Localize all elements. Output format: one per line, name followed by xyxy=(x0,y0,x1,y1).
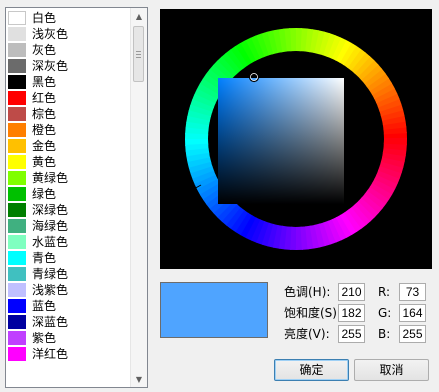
color-list-item[interactable]: 黄绿色 xyxy=(6,170,132,186)
color-list-item[interactable]: 青色 xyxy=(6,250,132,266)
color-label: 白色 xyxy=(32,11,57,25)
red-label: R: xyxy=(378,285,391,299)
color-list-item[interactable]: 红色 xyxy=(6,90,132,106)
saturation-field[interactable] xyxy=(338,304,365,322)
color-list-item[interactable]: 浅紫色 xyxy=(6,282,132,298)
hue-wheel[interactable] xyxy=(160,9,432,269)
color-label: 橙色 xyxy=(32,123,57,137)
color-list-item[interactable]: 黑色 xyxy=(6,74,132,90)
color-swatch xyxy=(8,235,26,249)
color-list-items: 白色浅灰色灰色深灰色黑色红色棕色橙色金色黄色黄绿色绿色深绿色海绿色水蓝色青色青绿… xyxy=(6,10,132,362)
color-swatch xyxy=(8,315,26,329)
color-swatch xyxy=(8,251,26,265)
color-label: 深蓝色 xyxy=(32,315,69,329)
color-swatch xyxy=(8,347,26,361)
color-list-item[interactable]: 橙色 xyxy=(6,122,132,138)
color-list-item[interactable]: 金色 xyxy=(6,138,132,154)
color-swatch xyxy=(8,187,26,201)
color-label: 海绿色 xyxy=(32,219,69,233)
color-swatch xyxy=(8,331,26,345)
color-swatch xyxy=(8,107,26,121)
color-preview xyxy=(160,282,268,338)
color-label: 棕色 xyxy=(32,107,57,121)
ok-button[interactable]: 确定 xyxy=(274,359,349,381)
color-swatch xyxy=(8,219,26,233)
color-label: 黄色 xyxy=(32,155,57,169)
color-list-item[interactable]: 深灰色 xyxy=(6,58,132,74)
color-label: 紫色 xyxy=(32,331,57,345)
red-field[interactable] xyxy=(399,283,426,301)
color-list[interactable]: 白色浅灰色灰色深灰色黑色红色棕色橙色金色黄色黄绿色绿色深绿色海绿色水蓝色青色青绿… xyxy=(5,7,148,388)
saturation-label: 饱和度(S): xyxy=(284,306,342,320)
color-list-item[interactable]: 棕色 xyxy=(6,106,132,122)
color-list-item[interactable]: 海绿色 xyxy=(6,218,132,234)
color-label: 灰色 xyxy=(32,43,57,57)
color-swatch xyxy=(8,91,26,105)
green-label: G: xyxy=(378,306,392,320)
hue-field[interactable] xyxy=(338,283,365,301)
scroll-down-icon[interactable]: ▼ xyxy=(131,371,147,387)
color-label: 青绿色 xyxy=(32,267,69,281)
color-label: 洋红色 xyxy=(32,347,69,361)
color-list-item[interactable]: 青绿色 xyxy=(6,266,132,282)
color-label: 红色 xyxy=(32,91,57,105)
color-list-item[interactable]: 洋红色 xyxy=(6,346,132,362)
color-label: 浅紫色 xyxy=(32,283,69,297)
color-swatch xyxy=(8,43,26,57)
color-swatch xyxy=(8,123,26,137)
color-list-item[interactable]: 灰色 xyxy=(6,42,132,58)
color-swatch xyxy=(8,171,26,185)
color-label: 金色 xyxy=(32,139,57,153)
color-list-item[interactable]: 蓝色 xyxy=(6,298,132,314)
color-list-item[interactable]: 浅灰色 xyxy=(6,26,132,42)
blue-field[interactable] xyxy=(399,325,426,343)
scroll-thumb[interactable] xyxy=(133,26,144,82)
color-list-item[interactable]: 绿色 xyxy=(6,186,132,202)
color-swatch xyxy=(8,155,26,169)
color-swatch xyxy=(8,283,26,297)
scroll-up-icon[interactable]: ▲ xyxy=(131,8,147,24)
color-swatch xyxy=(8,203,26,217)
color-swatch xyxy=(8,59,26,73)
color-swatch xyxy=(8,11,26,25)
green-field[interactable] xyxy=(399,304,426,322)
color-list-item[interactable]: 白色 xyxy=(6,10,132,26)
color-swatch xyxy=(8,27,26,41)
color-list-item[interactable]: 水蓝色 xyxy=(6,234,132,250)
color-swatch xyxy=(8,75,26,89)
color-label: 深绿色 xyxy=(32,203,69,217)
blue-label: B: xyxy=(378,327,391,341)
color-list-item[interactable]: 黄色 xyxy=(6,154,132,170)
hue-label: 色调(H): xyxy=(284,285,331,299)
color-label: 深灰色 xyxy=(32,59,69,73)
vertical-scrollbar[interactable]: ▲ ▼ xyxy=(130,8,147,387)
color-list-item[interactable]: 深绿色 xyxy=(6,202,132,218)
color-label: 水蓝色 xyxy=(32,235,69,249)
value-label: 亮度(V): xyxy=(284,327,330,341)
color-label: 黄绿色 xyxy=(32,171,69,185)
color-swatch xyxy=(8,299,26,313)
color-swatch xyxy=(8,267,26,281)
color-label: 黑色 xyxy=(32,75,57,89)
saturation-value-square[interactable] xyxy=(218,78,344,204)
value-field[interactable] xyxy=(338,325,365,343)
color-label: 绿色 xyxy=(32,187,57,201)
color-list-item[interactable]: 紫色 xyxy=(6,330,132,346)
color-label: 蓝色 xyxy=(32,299,57,313)
color-wheel-panel[interactable] xyxy=(160,9,432,269)
cancel-button[interactable]: 取消 xyxy=(354,359,429,381)
color-label: 浅灰色 xyxy=(32,27,69,41)
color-swatch xyxy=(8,139,26,153)
color-label: 青色 xyxy=(32,251,57,265)
color-list-item[interactable]: 深蓝色 xyxy=(6,314,132,330)
